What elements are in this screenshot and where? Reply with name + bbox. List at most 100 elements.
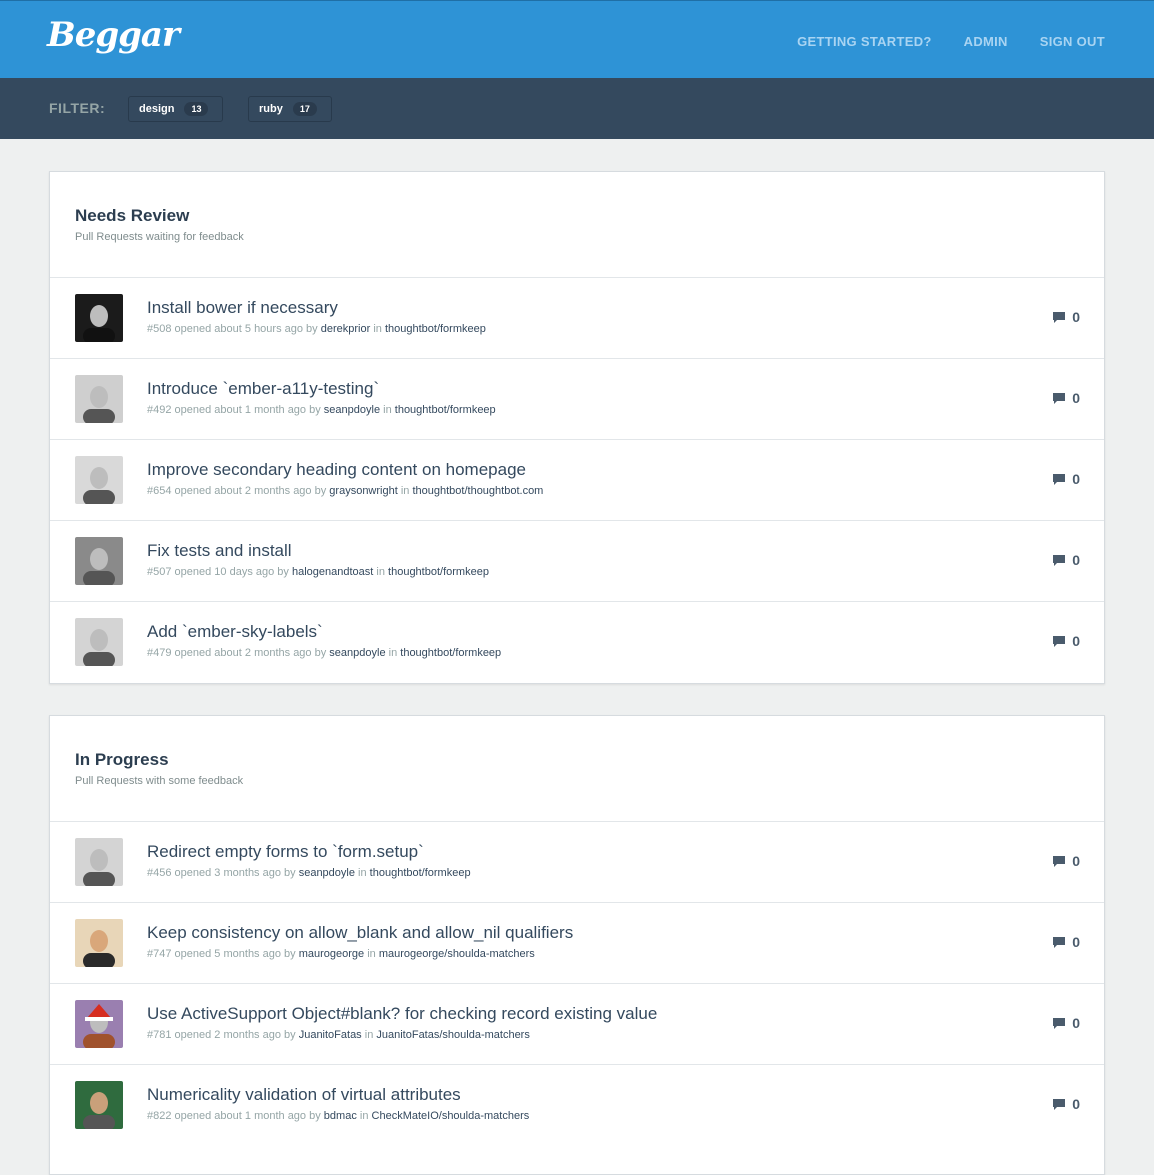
pull-request-title[interactable]: Add `ember-sky-labels` xyxy=(147,622,323,642)
in-text: in xyxy=(388,647,398,659)
pull-request-title[interactable]: Improve secondary heading content on hom… xyxy=(147,460,526,480)
in-text: in xyxy=(367,948,376,960)
needs-review-panel: Needs Review Pull Requests waiting for f… xyxy=(49,171,1105,684)
comment-icon xyxy=(1052,1017,1066,1030)
pull-request-row[interactable]: Add `ember-sky-labels` #479 opened about … xyxy=(50,602,1104,683)
pull-request-row[interactable]: Keep consistency on allow_blank and allo… xyxy=(50,903,1104,984)
comment-icon xyxy=(1052,311,1066,324)
pull-request-title[interactable]: Install bower if necessary xyxy=(147,298,338,318)
pull-request-title[interactable]: Redirect empty forms to `form.setup` xyxy=(147,842,424,862)
repo-link[interactable]: thoughtbot/formkeep xyxy=(385,323,486,335)
author-link[interactable]: seanpdoyle xyxy=(329,647,385,659)
pull-request-title[interactable]: Keep consistency on allow_blank and allo… xyxy=(147,923,573,943)
panel-title: In Progress xyxy=(75,750,169,769)
pull-request-meta: #507 opened 10 days ago by halogenandtoa… xyxy=(147,566,489,578)
avatar[interactable] xyxy=(75,1081,123,1129)
panel-subtitle: Pull Requests waiting for feedback xyxy=(75,231,244,243)
avatar[interactable] xyxy=(75,1000,123,1048)
repo-link[interactable]: thoughtbot/formkeep xyxy=(388,566,489,578)
pull-request-meta: #654 opened about 2 months ago by grayso… xyxy=(147,485,543,497)
repo-link[interactable]: thoughtbot/thoughtbot.com xyxy=(412,485,543,497)
comment-count: 0 xyxy=(1052,309,1080,325)
comment-count-value: 0 xyxy=(1072,633,1080,649)
comment-count-value: 0 xyxy=(1072,853,1080,869)
author-link[interactable]: seanpdoyle xyxy=(299,867,355,879)
repo-link[interactable]: thoughtbot/formkeep xyxy=(400,647,501,659)
repo-link[interactable]: thoughtbot/formkeep xyxy=(370,867,471,879)
comment-count-value: 0 xyxy=(1072,471,1080,487)
pull-request-list: Redirect empty forms to `form.setup` #456… xyxy=(50,822,1104,1146)
top-nav: GETTING STARTED? ADMIN SIGN OUT xyxy=(797,34,1105,49)
pull-request-title[interactable]: Introduce `ember-a11y-testing` xyxy=(147,379,379,399)
nav-admin[interactable]: ADMIN xyxy=(964,34,1008,49)
panel-title: Needs Review xyxy=(75,206,190,225)
comment-icon xyxy=(1052,1098,1066,1111)
author-link[interactable]: derekprior xyxy=(321,323,371,335)
tag-name: design xyxy=(139,103,175,115)
opened-text: opened 10 days ago by xyxy=(174,566,289,578)
avatar[interactable] xyxy=(75,375,123,423)
comment-icon xyxy=(1052,855,1066,868)
pull-request-number: #781 xyxy=(147,1029,172,1041)
comment-count: 0 xyxy=(1052,934,1080,950)
comment-count-value: 0 xyxy=(1072,552,1080,568)
repo-link[interactable]: maurogeorge/shoulda-matchers xyxy=(379,948,535,960)
pull-request-number: #479 xyxy=(147,647,172,659)
tag-name: ruby xyxy=(259,103,283,115)
filter-tag-design[interactable]: design 13 xyxy=(128,96,223,122)
filter-bar: FILTER: design 13 ruby 17 xyxy=(0,78,1154,139)
repo-link[interactable]: thoughtbot/formkeep xyxy=(395,404,496,416)
top-header: Beggar GETTING STARTED? ADMIN SIGN OUT xyxy=(0,0,1154,78)
in-text: in xyxy=(364,1029,374,1041)
panel-header: In Progress Pull Requests with some feed… xyxy=(50,716,1104,822)
avatar[interactable] xyxy=(75,618,123,666)
author-link[interactable]: halogenandtoast xyxy=(292,566,373,578)
comment-icon xyxy=(1052,473,1066,486)
tag-count: 13 xyxy=(184,102,209,116)
opened-text: opened about 1 month ago by xyxy=(174,404,321,416)
pull-request-row[interactable]: Use ActiveSupport Object#blank? for chec… xyxy=(50,984,1104,1065)
avatar[interactable] xyxy=(75,838,123,886)
nav-getting-started[interactable]: GETTING STARTED? xyxy=(797,34,932,49)
pull-request-row[interactable]: Numericality validation of virtual attri… xyxy=(50,1065,1104,1146)
pull-request-row[interactable]: Introduce `ember-a11y-testing` #492 opene… xyxy=(50,359,1104,440)
author-link[interactable]: graysonwright xyxy=(329,485,397,497)
pull-request-number: #456 xyxy=(147,867,172,879)
opened-text: opened about 2 months ago by xyxy=(174,647,327,659)
pull-request-row[interactable]: Redirect empty forms to `form.setup` #456… xyxy=(50,822,1104,903)
pull-request-title[interactable]: Fix tests and install xyxy=(147,541,292,561)
in-text: in xyxy=(400,485,410,497)
repo-link[interactable]: JuanitoFatas/shoulda-matchers xyxy=(376,1029,529,1041)
in-text: in xyxy=(373,323,382,335)
author-link[interactable]: seanpdoyle xyxy=(324,404,380,416)
pull-request-list: Install bower if necessary #508 opened ab… xyxy=(50,278,1104,683)
pull-request-title[interactable]: Numericality validation of virtual attri… xyxy=(147,1085,461,1105)
avatar[interactable] xyxy=(75,537,123,585)
pull-request-number: #747 xyxy=(147,948,172,960)
comment-icon xyxy=(1052,392,1066,405)
pull-request-number: #492 xyxy=(147,404,172,416)
pull-request-row[interactable]: Fix tests and install #507 opened 10 days… xyxy=(50,521,1104,602)
comment-icon xyxy=(1052,635,1066,648)
author-link[interactable]: maurogeorge xyxy=(299,948,364,960)
author-link[interactable]: bdmac xyxy=(324,1110,357,1122)
comment-count: 0 xyxy=(1052,471,1080,487)
avatar[interactable] xyxy=(75,294,123,342)
filter-tag-ruby[interactable]: ruby 17 xyxy=(248,96,332,122)
opened-text: opened 3 months ago by xyxy=(174,867,296,879)
pull-request-number: #822 xyxy=(147,1110,172,1122)
in-text: in xyxy=(376,566,385,578)
comment-count-value: 0 xyxy=(1072,934,1080,950)
repo-link[interactable]: CheckMateIO/shoulda-matchers xyxy=(372,1110,530,1122)
pull-request-row[interactable]: Install bower if necessary #508 opened ab… xyxy=(50,278,1104,359)
pull-request-row[interactable]: Improve secondary heading content on hom… xyxy=(50,440,1104,521)
avatar[interactable] xyxy=(75,919,123,967)
pull-request-number: #507 xyxy=(147,566,172,578)
pull-request-title[interactable]: Use ActiveSupport Object#blank? for chec… xyxy=(147,1004,657,1024)
comment-count: 0 xyxy=(1052,1096,1080,1112)
author-link[interactable]: JuanitoFatas xyxy=(299,1029,362,1041)
comment-count-value: 0 xyxy=(1072,390,1080,406)
avatar[interactable] xyxy=(75,456,123,504)
app-logo[interactable]: Beggar xyxy=(47,15,180,55)
nav-sign-out[interactable]: SIGN OUT xyxy=(1040,34,1105,49)
